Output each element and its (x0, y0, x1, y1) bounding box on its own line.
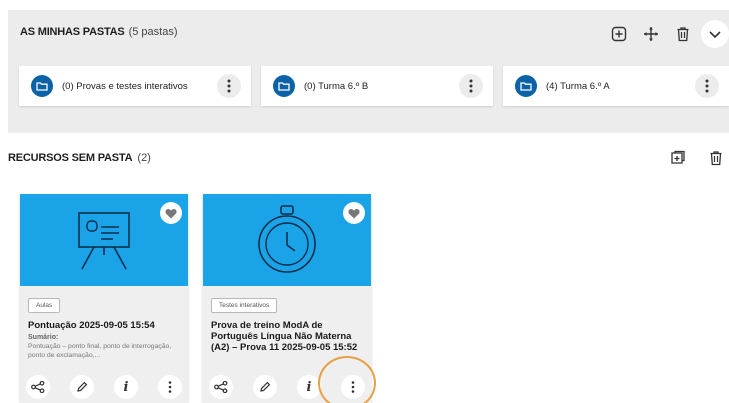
folder-card[interactable]: (4) Turma 6.º A (503, 66, 729, 106)
kebab-icon (168, 381, 172, 393)
share-button[interactable] (26, 375, 50, 399)
folder-icon (273, 75, 295, 97)
move-to-folder-icon (671, 150, 685, 164)
folders-actions (605, 20, 729, 48)
trash-icon (677, 27, 689, 42)
folders-header: AS MINHAS PASTAS (5 pastas) (20, 26, 178, 38)
folder-options-button[interactable] (217, 74, 241, 98)
favorite-button[interactable] (160, 202, 182, 224)
info-button[interactable]: i (114, 375, 138, 399)
info-icon: i (123, 379, 129, 395)
resource-card[interactable]: Testes interativos Prova de treino ModA … (203, 194, 371, 403)
move-button[interactable] (637, 20, 665, 48)
delete-resources-button[interactable] (703, 145, 729, 171)
share-icon (31, 381, 45, 393)
move-icon (644, 27, 658, 41)
favorite-button[interactable] (343, 202, 365, 224)
folder-card[interactable]: (0) Turma 6.º B (261, 66, 493, 106)
folder-options-button[interactable] (459, 74, 483, 98)
folder-icon (31, 75, 53, 97)
summary-text: Pontuação – ponto final, ponto de interr… (28, 343, 172, 359)
resource-card[interactable]: Aulas Pontuação 2025-09-05 15:54 Sumário… (20, 194, 188, 403)
edit-button[interactable] (70, 375, 94, 399)
resource-title[interactable]: Prova de treino ModA de Português Língua… (211, 320, 363, 353)
more-options-button[interactable] (341, 375, 365, 399)
collapse-folders-button[interactable] (701, 20, 729, 48)
summary-label: Sumário: (28, 334, 59, 341)
resource-toolbar: i (209, 375, 365, 399)
resources-title: RECURSOS SEM PASTA (8, 152, 133, 164)
folders-count: (5 pastas) (128, 26, 178, 38)
kebab-icon (705, 79, 709, 93)
pencil-icon (260, 381, 271, 392)
delete-folders-button[interactable] (669, 20, 697, 48)
resources-count: (2) (137, 152, 151, 164)
edit-button[interactable] (253, 375, 277, 399)
share-icon (214, 381, 228, 393)
resource-title[interactable]: Pontuação 2025-09-05 15:54 (28, 320, 180, 331)
resource-type-tag: Testes interativos (211, 298, 278, 313)
info-button[interactable]: i (297, 375, 321, 399)
folder-options-button[interactable] (695, 74, 719, 98)
stopwatch-icon (258, 205, 316, 273)
move-to-folder-button[interactable] (665, 145, 691, 171)
presentation-board-icon (78, 212, 130, 270)
kebab-icon (227, 79, 231, 93)
add-folder-button[interactable] (605, 20, 633, 48)
folder-card[interactable]: (0) Provas e testes interativos (19, 66, 251, 106)
resources-header: RECURSOS SEM PASTA (2) (8, 152, 151, 164)
resource-body: Testes interativos Prova de treino ModA … (203, 286, 371, 403)
heart-icon (348, 208, 360, 218)
resource-type-tag: Aulas (28, 298, 61, 313)
resource-thumbnail (20, 194, 188, 286)
resource-thumbnail (203, 194, 371, 286)
folder-icon (515, 75, 537, 97)
kebab-icon (351, 381, 355, 393)
resource-body: Aulas Pontuação 2025-09-05 15:54 Sumário… (20, 286, 188, 403)
trash-icon (710, 151, 722, 166)
folder-label: (0) Provas e testes interativos (62, 80, 188, 92)
share-button[interactable] (209, 375, 233, 399)
info-icon: i (306, 379, 312, 395)
more-options-button[interactable] (158, 375, 182, 399)
resource-toolbar: i (26, 375, 182, 399)
folders-title: AS MINHAS PASTAS (20, 26, 125, 38)
pencil-icon (77, 381, 88, 392)
folder-label: (0) Turma 6.º B (304, 80, 369, 92)
kebab-icon (469, 79, 473, 93)
my-folders-panel: AS MINHAS PASTAS (5 pastas) (0) Provas e… (8, 10, 729, 133)
chevron-down-icon (709, 31, 721, 39)
resources-actions (665, 145, 729, 171)
folder-label: (4) Turma 6.º A (546, 80, 610, 92)
heart-icon (165, 208, 177, 218)
add-folder-icon (611, 26, 627, 42)
